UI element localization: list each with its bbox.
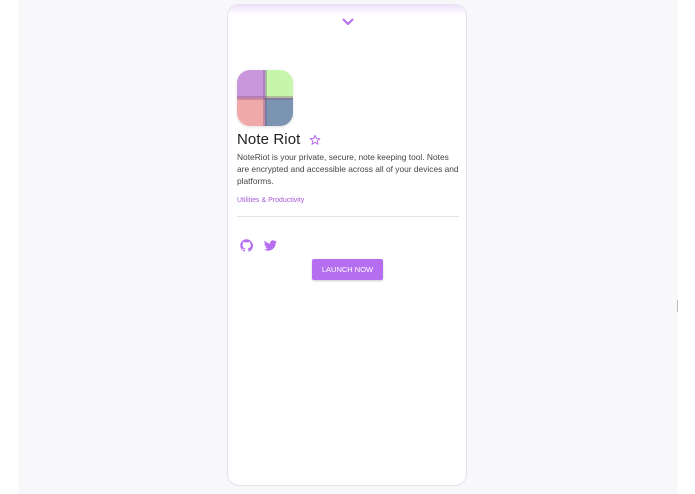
- github-icon[interactable]: [240, 239, 254, 252]
- twitter-icon[interactable]: [264, 239, 277, 252]
- app-description: NoteRiot is your private, secure, note k…: [237, 152, 459, 186]
- title-row: Note Riot: [237, 131, 321, 148]
- chevron-down-icon[interactable]: [340, 15, 356, 29]
- scroll-indicator: [677, 300, 678, 312]
- launch-now-button[interactable]: LAUNCH NOW: [312, 259, 383, 280]
- card-top-highlight: [228, 5, 466, 15]
- right-margin: [678, 0, 695, 494]
- app-title: Note Riot: [237, 131, 301, 148]
- category-link[interactable]: Utilities & Productivity: [237, 197, 304, 204]
- divider: [237, 216, 459, 217]
- app-logo: [237, 70, 293, 126]
- star-outline-icon[interactable]: [309, 134, 321, 146]
- app-detail-card: Note Riot NoteRiot is your private, secu…: [227, 4, 467, 486]
